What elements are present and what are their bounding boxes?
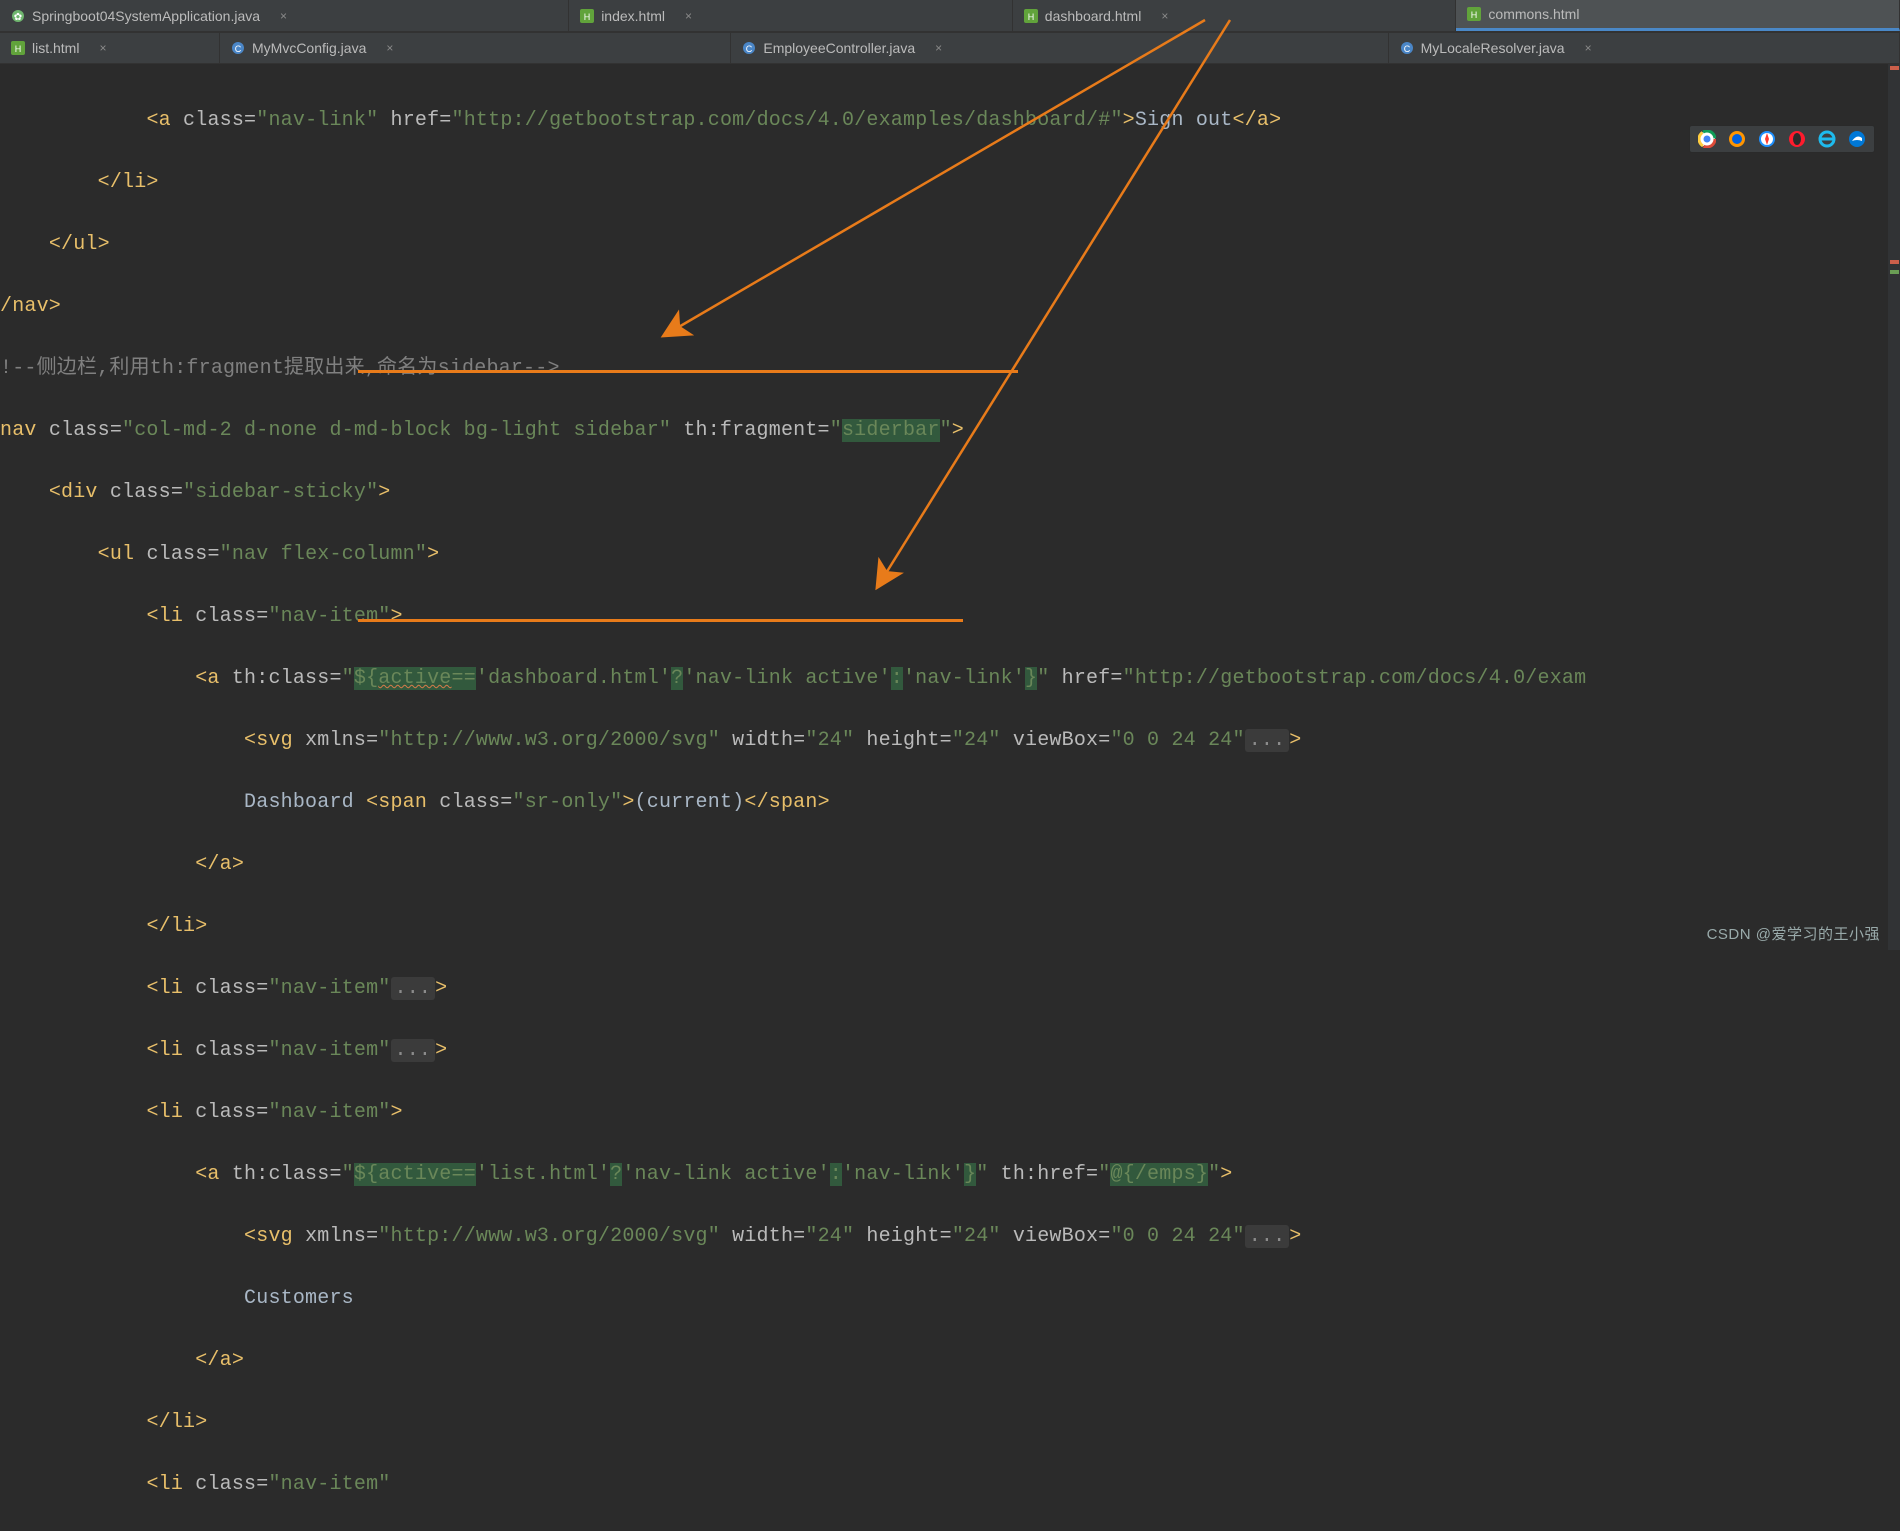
tab-bar-2: H list.html × C MyMvcConfig.java × C Emp… <box>0 32 1900 64</box>
tab-employee[interactable]: C EmployeeController.java × <box>731 33 1388 63</box>
tab-springboot[interactable]: ✿ Springboot04SystemApplication.java × <box>0 0 569 31</box>
tab-label: list.html <box>32 40 79 56</box>
link-text: Sign out <box>1135 109 1233 132</box>
svg-text:✿: ✿ <box>14 12 22 23</box>
tab-label: commons.html <box>1488 6 1579 22</box>
xmlns: http://www.w3.org/2000/svg <box>390 729 707 752</box>
svg-text:H: H <box>1028 12 1035 22</box>
li-class: nav-item <box>281 605 379 628</box>
ie-icon[interactable] <box>1818 130 1836 148</box>
svg-text:C: C <box>235 44 242 54</box>
tab-mymvc[interactable]: C MyMvcConfig.java × <box>220 33 731 63</box>
html-icon: H <box>1466 6 1482 22</box>
fold-icon[interactable]: ... <box>1245 729 1290 752</box>
close-icon[interactable]: × <box>1161 9 1168 23</box>
class-icon: C <box>1399 40 1415 56</box>
fold-icon[interactable]: ... <box>391 977 436 1000</box>
safari-icon[interactable] <box>1758 130 1776 148</box>
firefox-icon[interactable] <box>1728 130 1746 148</box>
ul-class: nav flex-column <box>232 543 415 566</box>
tab-label: MyLocaleResolver.java <box>1421 40 1565 56</box>
svg-text:H: H <box>584 12 591 22</box>
fold-icon[interactable]: ... <box>391 1039 436 1062</box>
current-text: (current) <box>635 791 745 814</box>
close-icon[interactable]: × <box>1585 41 1592 55</box>
svg-text:H: H <box>15 44 22 54</box>
svg-text:C: C <box>746 44 753 54</box>
dashboard-text: Dashboard <box>244 791 366 814</box>
editor-gutter[interactable] <box>1888 64 1900 950</box>
fold-icon[interactable]: ... <box>1245 1225 1290 1248</box>
svg-text:H: H <box>1471 10 1478 20</box>
watermark: CSDN @爱学习的王小强 <box>1707 923 1880 944</box>
fragment-name: siderbar <box>842 419 940 442</box>
tab-locale[interactable]: C MyLocaleResolver.java × <box>1389 33 1900 63</box>
customers-text: Customers <box>244 1287 354 1310</box>
div-class: sidebar-sticky <box>195 481 366 504</box>
href: http://getbootstrap.com/docs/4.0/example… <box>464 109 1111 132</box>
close-icon[interactable]: × <box>386 41 393 55</box>
java-icon: ✿ <box>10 8 26 24</box>
code-editor[interactable]: <a class="nav-link" href="http://getboot… <box>0 64 1900 1531</box>
html-icon: H <box>10 40 26 56</box>
tab-label: MyMvcConfig.java <box>252 40 366 56</box>
close-icon[interactable]: × <box>99 41 106 55</box>
close-icon[interactable]: × <box>685 9 692 23</box>
tab-label: EmployeeController.java <box>763 40 915 56</box>
opera-icon[interactable] <box>1788 130 1806 148</box>
tab-label: index.html <box>601 8 665 24</box>
browser-preview-bar <box>1689 125 1875 153</box>
tab-bar-1: ✿ Springboot04SystemApplication.java × H… <box>0 0 1900 32</box>
chrome-icon[interactable] <box>1698 130 1716 148</box>
underline-2 <box>358 619 963 622</box>
edge-icon[interactable] <box>1848 130 1866 148</box>
close-icon[interactable]: × <box>935 41 942 55</box>
tab-label: dashboard.html <box>1045 8 1142 24</box>
html-icon: H <box>1023 8 1039 24</box>
nav-class: col-md-2 d-none d-md-block bg-light side… <box>134 419 659 442</box>
svg-text:C: C <box>1403 44 1410 54</box>
html-icon: H <box>579 8 595 24</box>
tab-commons[interactable]: H commons.html <box>1456 0 1900 31</box>
close-icon[interactable]: × <box>280 9 287 23</box>
comment: !--侧边栏,利用th:fragment提取出来,命名为sidebar--> <box>0 357 560 380</box>
underline-1 <box>358 370 1018 373</box>
emps-href: @{/emps} <box>1110 1163 1208 1186</box>
tab-index[interactable]: H index.html × <box>569 0 1013 31</box>
tab-label: Springboot04SystemApplication.java <box>32 8 260 24</box>
href-bootstrap: http://getbootstrap.com/docs/4.0/exam <box>1135 667 1586 690</box>
class-icon: C <box>741 40 757 56</box>
tab-list[interactable]: H list.html × <box>0 33 220 63</box>
class-icon: C <box>230 40 246 56</box>
tab-dashboard[interactable]: H dashboard.html × <box>1013 0 1457 31</box>
